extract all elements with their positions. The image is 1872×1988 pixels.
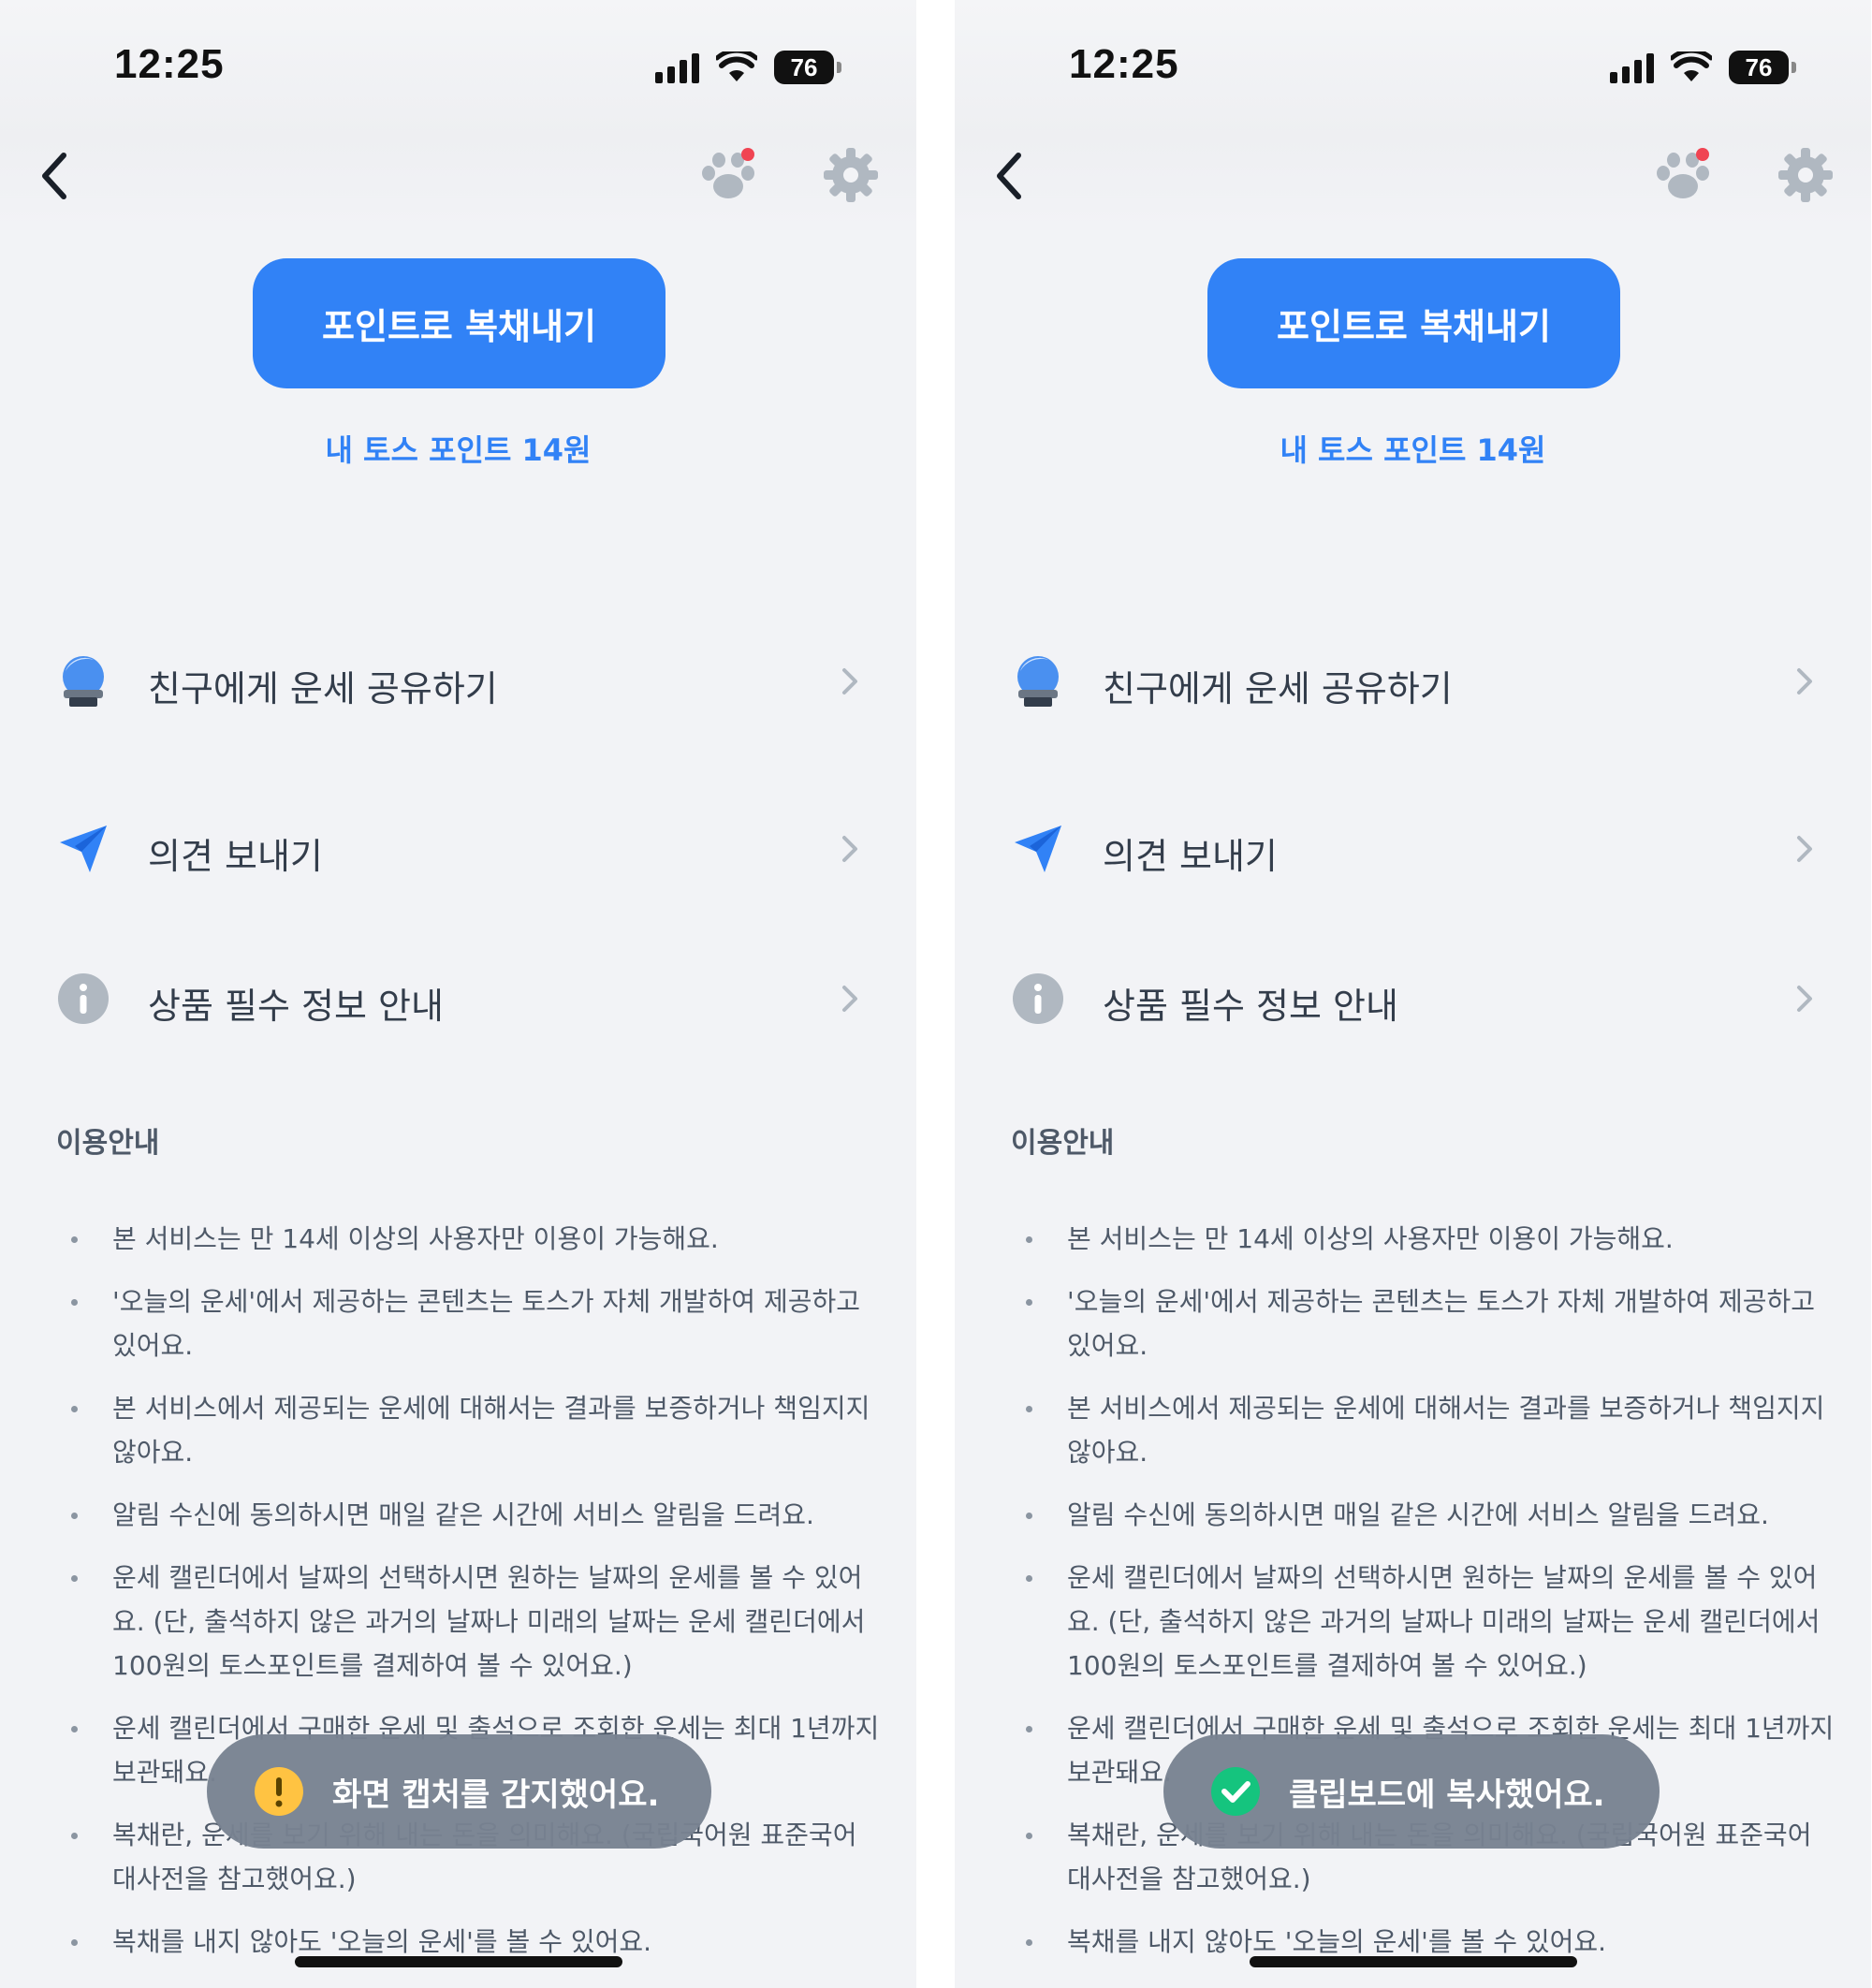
menu-send-feedback[interactable]: 의견 보내기 [955,792,1871,904]
menu-label: 의견 보내기 [148,836,323,877]
notification-dot [1696,148,1709,161]
cellular-signal-icon [1610,51,1654,83]
home-indicator[interactable] [295,1956,622,1967]
info-icon [58,973,109,1024]
paper-plane-icon [1015,826,1061,872]
toss-points-balance[interactable]: 내 토스 포인트 14원 [0,427,916,470]
back-arrow-icon[interactable] [988,148,1035,204]
list-item: 알림 수신에 동의하시면 매일 같은 시간에 서비스 알림을 드려요. [1011,1493,1835,1537]
header-bar [955,0,1871,228]
pay-with-points-button[interactable]: 포인트로 복채내기 [253,258,665,388]
menu-label: 상품 필수 정보 안내 [1103,986,1398,1027]
menu-product-info[interactable]: 상품 필수 정보 안내 [0,942,916,1054]
notice-list: 본 서비스는 만 14세 이상의 사용자만 이용이 가능해요. '오늘의 운세'… [1011,1217,1835,1982]
chevron-right-icon [842,836,857,862]
chevron-right-icon [1797,668,1812,694]
status-time: 12:25 [114,41,225,87]
phone-screen-left: 12:25 76 포인트로 복채내기 내 토스 포인트 14원 친구에게 운세 … [0,0,916,1988]
paper-plane-icon [60,826,107,872]
notice-list: 본 서비스는 만 14세 이상의 사용자만 이용이 가능해요. '오늘의 운세'… [56,1217,880,1982]
paw-icon[interactable] [697,145,759,207]
notice-title: 이용안내 [1011,1127,1115,1160]
list-item: 본 서비스에서 제공되는 운세에 대해서는 결과를 보증하거나 책임지지 않아요… [1011,1386,1835,1474]
wifi-icon [1671,51,1712,81]
notification-dot [741,148,754,161]
list-item: 본 서비스는 만 14세 이상의 사용자만 이용이 가능해요. [56,1217,880,1261]
menu-product-info[interactable]: 상품 필수 정보 안내 [955,942,1871,1054]
status-icons: 76 [1610,47,1796,88]
toast-text: 화면 캡처를 감지했어요. [332,1776,660,1814]
toast-success: 클립보드에 복사했어요. [1163,1734,1660,1849]
home-indicator[interactable] [1250,1956,1577,1967]
chevron-right-icon [1797,986,1812,1012]
wifi-icon [716,51,757,81]
paw-icon[interactable] [1652,145,1714,207]
info-icon [1013,973,1063,1024]
pay-with-points-button[interactable]: 포인트로 복채내기 [1207,258,1620,388]
phone-screen-right: 12:25 76 포인트로 복채내기 내 토스 포인트 14원 친구에게 운세 … [955,0,1871,1988]
check-circle-icon [1211,1767,1260,1816]
menu-share-fortune[interactable]: 친구에게 운세 공유하기 [0,624,916,737]
battery-icon: 76 [1729,51,1796,84]
chevron-right-icon [842,986,857,1012]
menu-label: 친구에게 운세 공유하기 [148,668,498,709]
notice-title: 이용안내 [56,1127,160,1160]
chevron-right-icon [1797,836,1812,862]
menu-send-feedback[interactable]: 의견 보내기 [0,792,916,904]
settings-gear-icon[interactable] [1777,146,1835,204]
list-item: 본 서비스는 만 14세 이상의 사용자만 이용이 가능해요. [1011,1217,1835,1261]
chevron-right-icon [842,668,857,694]
settings-gear-icon[interactable] [822,146,880,204]
cellular-signal-icon [655,51,699,83]
crystal-ball-icon [1017,656,1059,707]
header-bar [0,0,916,228]
menu-label: 친구에게 운세 공유하기 [1103,668,1453,709]
menu-share-fortune[interactable]: 친구에게 운세 공유하기 [955,624,1871,737]
status-time: 12:25 [1069,41,1179,87]
battery-icon: 76 [774,51,841,84]
list-item: 알림 수신에 동의하시면 매일 같은 시간에 서비스 알림을 드려요. [56,1493,880,1537]
status-icons: 76 [655,47,841,88]
exclamation-icon [255,1767,303,1816]
toss-points-balance[interactable]: 내 토스 포인트 14원 [955,427,1871,470]
crystal-ball-icon [63,656,104,707]
menu-label: 상품 필수 정보 안내 [148,986,444,1027]
toast-warning: 화면 캡처를 감지했어요. [207,1734,711,1849]
list-item: '오늘의 운세'에서 제공하는 콘텐츠는 토스가 자체 개발하여 제공하고 있어… [1011,1279,1835,1367]
toast-text: 클립보드에 복사했어요. [1289,1776,1605,1814]
list-item: 운세 캘린더에서 날짜의 선택하시면 원하는 날짜의 운세를 볼 수 있어요. … [1011,1556,1835,1688]
back-arrow-icon[interactable] [34,148,80,204]
list-item: '오늘의 운세'에서 제공하는 콘텐츠는 토스가 자체 개발하여 제공하고 있어… [56,1279,880,1367]
menu-label: 의견 보내기 [1103,836,1278,877]
list-item: 본 서비스에서 제공되는 운세에 대해서는 결과를 보증하거나 책임지지 않아요… [56,1386,880,1474]
list-item: 운세 캘린더에서 날짜의 선택하시면 원하는 날짜의 운세를 볼 수 있어요. … [56,1556,880,1688]
